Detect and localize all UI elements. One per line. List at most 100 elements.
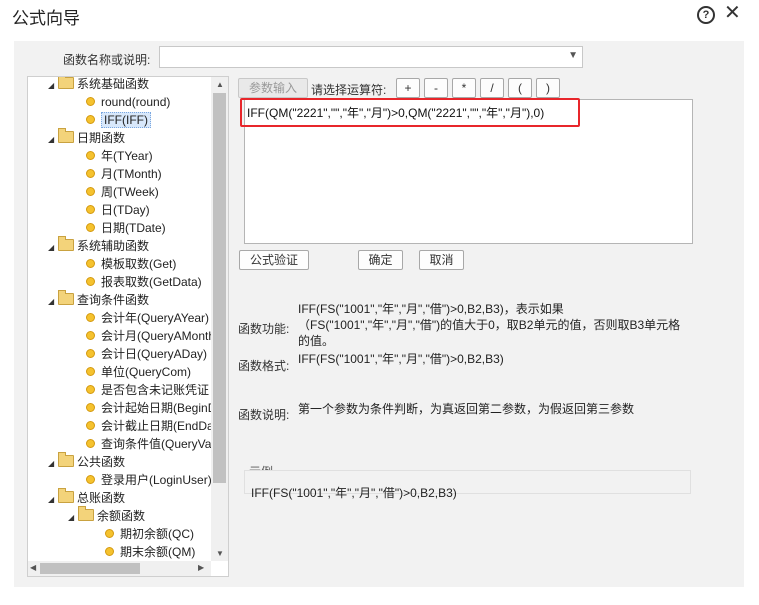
tree-item[interactable]: 月(TMonth) bbox=[86, 165, 162, 183]
function-dot-icon bbox=[86, 421, 95, 430]
function-dot-icon bbox=[86, 331, 95, 340]
scroll-right-icon[interactable]: ▶ bbox=[198, 563, 204, 572]
function-dot-icon bbox=[86, 223, 95, 232]
tree-item[interactable]: 会计起始日期(BeginDate) bbox=[86, 399, 211, 417]
param-input-button[interactable]: 参数输入 bbox=[238, 78, 308, 98]
folder-icon bbox=[58, 77, 74, 89]
operator-plus-button[interactable]: + bbox=[396, 78, 420, 98]
tree-item-label: 查询条件值(QueryValue) bbox=[101, 437, 211, 451]
tree-item[interactable]: 日期(TDate) bbox=[86, 219, 166, 237]
function-format-text: IFF(FS("1001","年","月","借")>0,B2,B3) bbox=[298, 352, 504, 366]
tree-item[interactable]: 会计截止日期(EndDate) bbox=[86, 417, 211, 435]
tree-folder[interactable]: ◢ 系统辅助函数 bbox=[48, 236, 150, 257]
tree-item-label: 年(TYear) bbox=[101, 149, 153, 163]
tree-item[interactable]: 期初余额(QC) bbox=[105, 525, 194, 543]
function-dot-icon bbox=[86, 259, 95, 268]
tree-item-label: round(round) bbox=[101, 95, 171, 109]
folder-icon bbox=[58, 236, 74, 251]
tree-item-label: 系统辅助函数 bbox=[77, 239, 150, 253]
tree-item[interactable]: 单位(QueryCom) bbox=[86, 363, 191, 381]
tree-item[interactable]: 会计日(QueryADay) bbox=[86, 345, 207, 363]
function-tree-list: ◢ 系统基础函数 round(round) IFF(IFF) ◢ 日期函数年(TYear)… bbox=[28, 77, 211, 561]
expand-triangle-icon[interactable]: ◢ bbox=[48, 77, 58, 95]
verify-formula-button[interactable]: 公式验证 bbox=[239, 250, 309, 270]
cancel-button[interactable]: 取消 bbox=[419, 250, 464, 270]
operator-multiply-button[interactable]: * bbox=[452, 78, 476, 98]
scroll-down-icon[interactable]: ▼ bbox=[216, 549, 224, 558]
expand-triangle-icon[interactable]: ◢ bbox=[48, 491, 58, 509]
tree-item[interactable]: 周(TWeek) bbox=[86, 183, 159, 201]
folder-icon bbox=[78, 506, 94, 521]
function-name-select[interactable]: ▼ bbox=[159, 46, 583, 68]
tree-item[interactable]: 报表取数(GetData) bbox=[86, 273, 202, 291]
tree-item[interactable]: 是否包含未记账凭证 bbox=[86, 381, 209, 399]
expand-triangle-icon[interactable]: ◢ bbox=[68, 509, 78, 527]
tree-horizontal-scrollbar[interactable]: ◀ ▶ bbox=[28, 561, 211, 576]
operator-divide-button[interactable]: / bbox=[480, 78, 504, 98]
function-purpose-label: 函数功能: bbox=[238, 322, 290, 336]
tree-item-label: 会计日(QueryADay) bbox=[101, 347, 208, 361]
tree-item[interactable]: 年(TYear) bbox=[86, 147, 153, 165]
folder-icon bbox=[58, 488, 74, 503]
highlight-box bbox=[240, 98, 580, 127]
tree-item[interactable]: 登录用户(LoginUser) bbox=[86, 471, 211, 489]
tree-item-label: 期初余额(QC) bbox=[120, 527, 194, 541]
tree-folder[interactable]: ◢ 系统基础函数 bbox=[48, 77, 149, 93]
operator-open-paren-button[interactable]: ( bbox=[508, 78, 532, 98]
expand-triangle-icon[interactable]: ◢ bbox=[48, 239, 58, 257]
tree-item-label: 系统基础函数 bbox=[77, 77, 150, 91]
tree-item-label: 日期(TDate) bbox=[101, 221, 166, 235]
function-dot-icon bbox=[86, 277, 95, 286]
tree-vertical-scrollbar[interactable]: ▲ ▼ bbox=[211, 77, 228, 561]
tree-item-label: 是否包含未记账凭证 bbox=[101, 383, 210, 397]
window-title: 公式向导 bbox=[12, 9, 80, 28]
tree-item-label: 日期函数 bbox=[77, 131, 126, 145]
function-dot-icon bbox=[86, 97, 95, 106]
help-icon[interactable]: ? bbox=[697, 6, 715, 24]
tree-item-label: 余额函数 bbox=[97, 509, 146, 523]
tree-item-label: 查询条件函数 bbox=[77, 293, 150, 307]
horizontal-scroll-thumb[interactable] bbox=[40, 563, 140, 574]
function-dot-icon bbox=[86, 367, 95, 376]
tree-item-label: 周(TWeek) bbox=[101, 185, 159, 199]
function-dot-icon bbox=[86, 349, 95, 358]
tree-item-label: 期末余额(QM) bbox=[120, 545, 196, 559]
function-dot-icon bbox=[86, 313, 95, 322]
tree-folder[interactable]: ◢ 总账函数 bbox=[48, 488, 125, 509]
folder-icon bbox=[58, 452, 74, 467]
tree-item[interactable]: round(round) bbox=[86, 93, 170, 111]
tree-item[interactable]: 会计月(QueryAMonth) bbox=[86, 327, 211, 345]
function-purpose-text: IFF(FS("1001","年","月","借")>0,B2,B3)，表示如果… bbox=[298, 302, 681, 348]
vertical-scroll-thumb[interactable] bbox=[213, 93, 226, 483]
ok-button[interactable]: 确定 bbox=[358, 250, 403, 270]
tree-item[interactable]: 模板取数(Get) bbox=[86, 255, 176, 273]
close-icon[interactable]: ✕ bbox=[724, 3, 741, 23]
chevron-down-icon: ▼ bbox=[568, 50, 578, 61]
expand-triangle-icon[interactable]: ◢ bbox=[48, 131, 58, 149]
tree-item-label: 报表取数(GetData) bbox=[101, 275, 202, 289]
tree-item[interactable]: 会计年(QueryAYear) bbox=[86, 309, 209, 327]
tree-item[interactable]: 查询条件值(QueryValue) bbox=[86, 435, 211, 453]
tree-item[interactable]: 日(TDay) bbox=[86, 201, 150, 219]
operator-minus-button[interactable]: - bbox=[424, 78, 448, 98]
tree-folder[interactable]: ◢ 日期函数 bbox=[48, 128, 126, 149]
expand-triangle-icon[interactable]: ◢ bbox=[48, 455, 58, 473]
scroll-up-icon[interactable]: ▲ bbox=[216, 80, 224, 89]
function-dot-icon bbox=[86, 403, 95, 412]
tree-item-label: 模板取数(Get) bbox=[101, 257, 177, 271]
scroll-left-icon[interactable]: ◀ bbox=[30, 563, 36, 572]
tree-item-label: IFF(IFF) bbox=[101, 112, 151, 128]
title-bar: 公式向导 ? ✕ bbox=[0, 0, 759, 30]
tree-item[interactable]: IFF(IFF) bbox=[86, 111, 151, 129]
function-dot-icon bbox=[105, 529, 114, 538]
function-dot-icon bbox=[86, 439, 95, 448]
tree-folder[interactable]: ◢ 余额函数 bbox=[68, 506, 146, 527]
tree-folder[interactable]: ◢ 公共函数 bbox=[48, 452, 125, 473]
tree-item[interactable]: 期末余额(QM) bbox=[105, 543, 195, 561]
function-format-label: 函数格式: bbox=[238, 359, 290, 373]
function-dot-icon bbox=[86, 475, 95, 484]
operator-close-paren-button[interactable]: ) bbox=[536, 78, 560, 98]
tree-folder[interactable]: ◢ 查询条件函数 bbox=[48, 290, 150, 311]
function-dot-icon bbox=[86, 169, 95, 178]
expand-triangle-icon[interactable]: ◢ bbox=[48, 293, 58, 311]
